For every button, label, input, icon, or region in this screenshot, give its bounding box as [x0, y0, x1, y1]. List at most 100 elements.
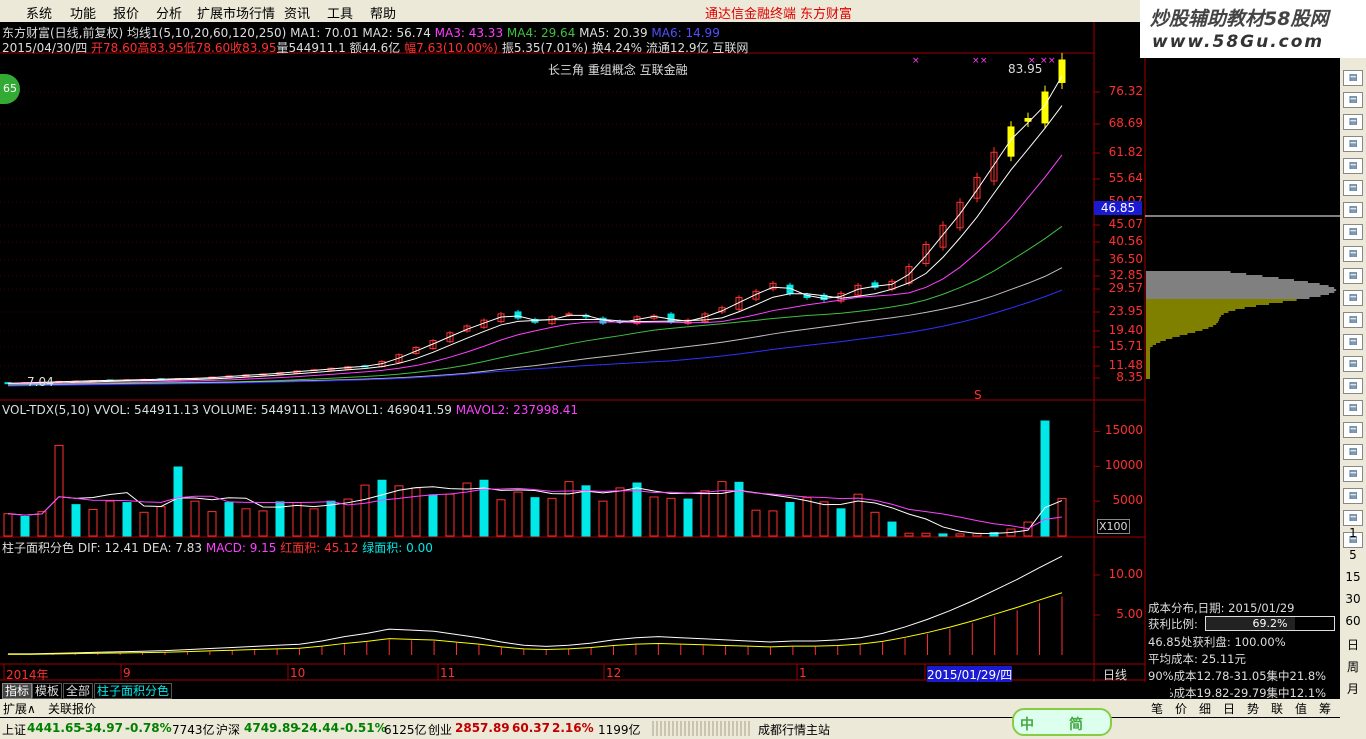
- tab-template[interactable]: 模板: [32, 683, 63, 699]
- gem-index-change: 60.37: [512, 721, 550, 735]
- ime-badge: 中: [1020, 717, 1034, 733]
- volume-bar: [88, 509, 98, 537]
- price-tick-label: 15.71: [1108, 339, 1143, 353]
- stock-title: 东方财富(日线,前复权): [2, 26, 124, 40]
- cycle-icon[interactable]: ▤: [1343, 378, 1363, 394]
- ma-line-2: [7, 105, 1063, 385]
- high-price-label: 83.95: [1008, 62, 1043, 76]
- zoom-icon[interactable]: ▤: [1343, 356, 1363, 372]
- ohlc-line: 2015/04/30/四 开78.60高83.95低78.60收83.95量54…: [2, 39, 748, 56]
- period-月[interactable]: 月: [1340, 680, 1366, 697]
- f10-icon[interactable]: ▤: [1343, 246, 1363, 262]
- side-tab-7[interactable]: 筹: [1319, 700, 1331, 717]
- period-5[interactable]: 5: [1340, 548, 1366, 562]
- volume-bar: [105, 500, 115, 537]
- map-icon[interactable]: ▤: [1343, 290, 1363, 306]
- rsi-icon[interactable]: ▤: [1343, 422, 1363, 438]
- f5-icon[interactable]: ▤: [1343, 510, 1363, 526]
- price-tick-label: 40.56: [1108, 234, 1143, 248]
- gem-index-name[interactable]: 创业: [428, 721, 452, 738]
- volume-bar: [292, 502, 302, 537]
- time-tick-label: 1: [799, 666, 807, 680]
- volume-bar: [445, 493, 455, 537]
- volume-bar: [717, 481, 727, 537]
- red-area-value: 红面积: 45.12: [280, 541, 359, 555]
- tab-expand[interactable]: 扩展∧: [3, 700, 36, 717]
- fq-icon[interactable]: ▤: [1343, 334, 1363, 350]
- low-price-label: 7.04: [27, 375, 54, 389]
- volume-bar: [156, 506, 166, 537]
- kline-icon[interactable]: ▤: [1343, 114, 1363, 130]
- gem-index-pct: 2.16%: [552, 721, 594, 735]
- time-tick-label: 2015/01/29/四: [927, 666, 1013, 683]
- cost-line-1: 46.85处获利盘: 100.00%: [1148, 635, 1286, 649]
- volume-unit: X100: [1097, 519, 1130, 534]
- volume-bar: [615, 487, 625, 537]
- macd-tick-label: 10.00: [1108, 567, 1143, 581]
- period-15[interactable]: 15: [1340, 570, 1366, 584]
- period-label[interactable]: 日线: [1103, 666, 1127, 683]
- macd-header: 柱子面积分色 DIF: 12.41 DEA: 7.83 MACD: 9.15 红…: [2, 539, 433, 556]
- side-tab-3[interactable]: 日: [1223, 700, 1235, 717]
- sector-value[interactable]: 互联网: [712, 41, 748, 55]
- tab-macd-color[interactable]: 柱子面积分色: [94, 683, 173, 699]
- volume-bar: [462, 482, 472, 537]
- price-tick-label: 19.40: [1108, 323, 1143, 337]
- volume-bar: [649, 496, 659, 537]
- sh-index-pct: -0.78%: [125, 721, 172, 735]
- sz-index-name[interactable]: 沪深: [216, 721, 240, 738]
- side-panel-tabs: 笔价细日势联值筹: [1145, 699, 1340, 717]
- sh-index-name[interactable]: 上证: [2, 721, 26, 738]
- tab-all[interactable]: 全部: [63, 683, 94, 699]
- candle-layer: [4, 52, 1066, 385]
- profit-label: 获利比例:: [1148, 617, 1198, 631]
- macd-icon[interactable]: ▤: [1343, 466, 1363, 482]
- side-tab-1[interactable]: 价: [1175, 700, 1187, 717]
- tab-related-quote[interactable]: 关联报价: [48, 700, 96, 717]
- volume-bar: [513, 491, 523, 537]
- volume-bar: [71, 504, 81, 537]
- volume-bar: [37, 511, 47, 537]
- side-tab-2[interactable]: 细: [1199, 700, 1211, 717]
- amplitude-value: 振5.35(7.01%): [501, 41, 589, 55]
- side-tab-0[interactable]: 笔: [1151, 700, 1163, 717]
- side-tab-6[interactable]: 值: [1295, 700, 1307, 717]
- fin-icon[interactable]: ▤: [1343, 202, 1363, 218]
- gem-index-value: 2857.89: [455, 721, 510, 735]
- tab-indicator[interactable]: 指标: [2, 683, 33, 699]
- side-tab-4[interactable]: 势: [1247, 700, 1259, 717]
- price-tick-label: 76.32: [1108, 84, 1143, 98]
- time-tick-label: 2014年: [6, 668, 49, 682]
- input-method-indicator[interactable]: 中 简: [1012, 708, 1112, 736]
- volume-bar: [428, 494, 438, 537]
- period-日[interactable]: 日: [1340, 636, 1366, 653]
- period-1[interactable]: 1: [1340, 526, 1366, 540]
- side-tab-5[interactable]: 联: [1271, 700, 1283, 717]
- move-icon[interactable]: ▤: [1343, 488, 1363, 504]
- period-周[interactable]: 周: [1340, 658, 1366, 675]
- stat-icon[interactable]: ▤: [1343, 312, 1363, 328]
- volume-bar: [581, 485, 591, 537]
- candle-body: [514, 311, 522, 319]
- volume-bar: [666, 497, 676, 537]
- macd-indicator-name[interactable]: 柱子面积分色: [2, 541, 74, 555]
- dif-line: [8, 555, 1063, 655]
- candle-icon[interactable]: ▤: [1343, 158, 1363, 174]
- price-tick-label: 23.95: [1108, 304, 1143, 318]
- wave-icon[interactable]: ▤: [1343, 400, 1363, 416]
- calc-icon[interactable]: ▤: [1343, 268, 1363, 284]
- period-60[interactable]: 60: [1340, 614, 1366, 628]
- price-tick-label: 8.35: [1116, 370, 1143, 384]
- line-icon[interactable]: ▤: [1343, 180, 1363, 196]
- down-icon[interactable]: ▤: [1343, 92, 1363, 108]
- vol-indicator-name[interactable]: VOL-TDX(5,10): [2, 403, 90, 417]
- server-name[interactable]: 成都行情主站: [758, 721, 830, 738]
- bar-icon[interactable]: ▤: [1343, 136, 1363, 152]
- period-30[interactable]: 30: [1340, 592, 1366, 606]
- ma-params[interactable]: 均线1(5,10,20,60,120,250): [127, 26, 286, 40]
- news-icon[interactable]: ▤: [1343, 224, 1363, 240]
- sh-index-change: -34.97: [80, 721, 123, 735]
- up-icon[interactable]: ▤: [1343, 70, 1363, 86]
- concept-label[interactable]: 长三角 重组概念 互联金融: [548, 61, 688, 78]
- kdj-icon[interactable]: ▤: [1343, 444, 1363, 460]
